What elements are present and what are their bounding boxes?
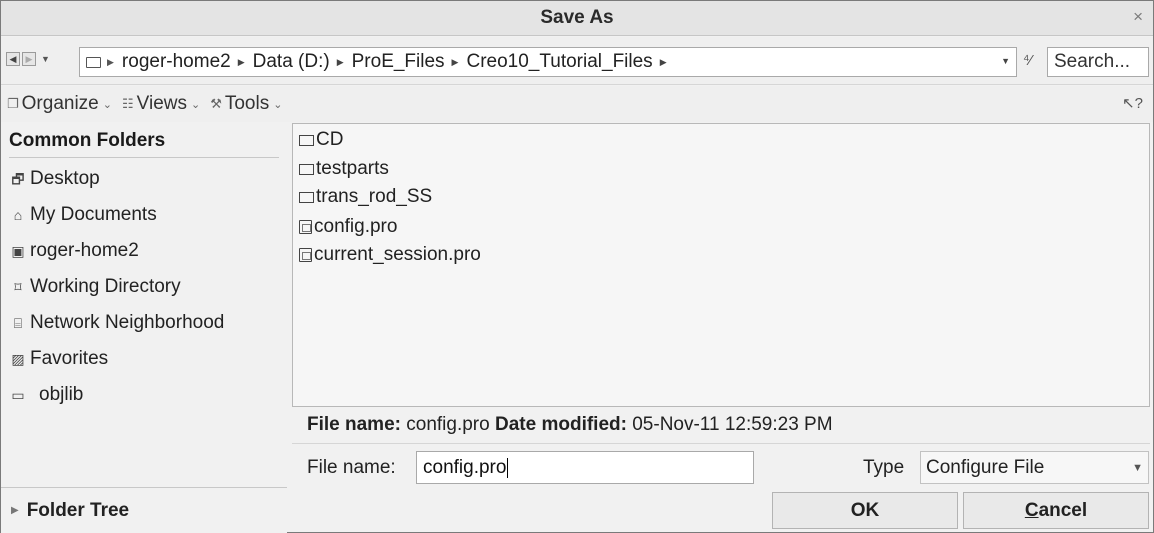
common-folders-panel: Common Folders 🗗 Desktop ⌂ My Documents … <box>1 123 287 533</box>
organize-icon: ❐ <box>7 96 19 111</box>
breadcrumb-separator-icon[interactable]: ▶ <box>107 57 114 68</box>
network-icon: ⌸ <box>13 315 23 331</box>
folder-icon: ▭ <box>11 387 25 403</box>
save-as-dialog: Save As × ◀ ▶ ▼ ▶ roger-home2 ▶ Data (D:)… <box>0 0 1154 533</box>
common-folders-list: 🗗 Desktop ⌂ My Documents ▣ roger-home2 ⌑… <box>9 161 283 413</box>
chevron-down-icon: ⌄ <box>190 98 201 111</box>
close-icon[interactable]: × <box>1133 7 1143 27</box>
sidebar-item-desktop[interactable]: 🗗 Desktop <box>9 161 283 197</box>
tools-menu[interactable]: ⚒ Tools ⌄ <box>210 93 282 115</box>
file-name-label: File name: <box>307 457 396 478</box>
path-dropdown-icon[interactable]: ▼ <box>1001 56 1010 66</box>
type-label: Type <box>863 457 905 478</box>
working-directory-icon: ⌑ <box>14 279 22 295</box>
title-bar: Save As × <box>1 1 1153 36</box>
file-icon <box>299 220 312 234</box>
sidebar-item-favorites[interactable]: ▨ Favorites <box>9 341 283 377</box>
sidebar-item-working-directory[interactable]: ⌑ Working Directory <box>9 269 283 305</box>
window-title: Save As <box>540 7 614 28</box>
computer-icon: ▣ <box>11 243 25 259</box>
sidebar-item-objlib[interactable]: ▭ objlib <box>9 377 283 413</box>
list-item-folder[interactable]: trans_rod_SS <box>299 184 432 210</box>
refresh-icon[interactable]: ⁴⁄ <box>1023 52 1032 69</box>
views-icon: ☷ <box>121 96 134 111</box>
nav-buttons: ◀ ▶ ▼ <box>6 52 50 66</box>
type-select[interactable]: Configure File ▼ <box>920 451 1149 484</box>
common-folders-header: Common Folders <box>9 130 279 158</box>
breadcrumb-item[interactable]: Data (D:) ▶ <box>253 51 352 73</box>
file-name-input[interactable]: config.pro <box>416 451 754 484</box>
favorites-icon: ▨ <box>11 351 25 367</box>
list-item-folder[interactable]: CD <box>299 127 343 153</box>
help-icon[interactable]: ↖? <box>1122 94 1143 112</box>
breadcrumb-item[interactable]: Creo10_Tutorial_Files ▶ <box>466 51 674 73</box>
path-breadcrumb[interactable]: ▶ roger-home2 ▶ Data (D:) ▶ ProE_Files ▶ Cr… <box>79 47 1017 77</box>
sidebar-item-roger-home2[interactable]: ▣ roger-home2 <box>9 233 283 269</box>
folder-icon <box>299 191 314 203</box>
my-documents-icon: ⌂ <box>13 207 23 223</box>
toolbar: ❐ Organize ⌄ ☷ Views ⌄ ⚒ Tools ⌄ ↖? <box>1 86 1153 122</box>
file-icon <box>299 248 312 262</box>
folder-icon <box>299 163 314 175</box>
back-arrow-icon[interactable]: ◀ <box>6 52 20 66</box>
text-caret <box>507 457 509 478</box>
search-input[interactable]: Search... <box>1047 47 1149 77</box>
chevron-down-icon: ⌄ <box>273 98 283 111</box>
list-item-folder[interactable]: testparts <box>299 156 389 182</box>
tools-icon: ⚒ <box>210 96 222 111</box>
breadcrumb-item[interactable]: roger-home2 ▶ <box>122 51 253 73</box>
info-date-label: Date modified: <box>495 414 627 435</box>
ok-button[interactable]: OK <box>772 492 958 529</box>
folder-icon <box>86 56 101 68</box>
file-info-line: File name: config.pro Date modified: 05-… <box>307 414 833 436</box>
history-dropdown-icon[interactable]: ▼ <box>41 54 50 64</box>
address-bar: ◀ ▶ ▼ ▶ roger-home2 ▶ Data (D:) ▶ ProE_Fil… <box>1 37 1153 85</box>
list-item-file[interactable]: current_session.pro <box>299 242 481 268</box>
cancel-button[interactable]: Cancel <box>963 492 1149 529</box>
expand-triangle-icon: ▶ <box>11 505 19 516</box>
divider <box>292 443 1150 444</box>
info-file-name: config.pro <box>406 414 490 435</box>
file-list[interactable]: CD testparts trans_rod_SS config.pro cur… <box>292 123 1150 407</box>
folder-icon <box>299 134 314 146</box>
sidebar-item-network-neighborhood[interactable]: ⌸ Network Neighborhood <box>9 305 283 341</box>
info-file-name-label: File name: <box>307 414 401 435</box>
desktop-icon: 🗗 <box>11 171 25 187</box>
organize-menu[interactable]: ❐ Organize ⌄ <box>7 93 112 115</box>
forward-arrow-icon[interactable]: ▶ <box>22 52 36 66</box>
chevron-down-icon: ▼ <box>1132 462 1143 474</box>
views-menu[interactable]: ☷ Views ⌄ <box>122 93 200 115</box>
sidebar-item-my-documents[interactable]: ⌂ My Documents <box>9 197 283 233</box>
breadcrumb-item[interactable]: ProE_Files ▶ <box>352 51 467 73</box>
list-item-file[interactable]: config.pro <box>299 214 397 240</box>
info-date: 05-Nov-11 12:59:23 PM <box>632 414 833 435</box>
chevron-down-icon: ⌄ <box>102 98 112 111</box>
folder-tree-toggle[interactable]: ▶ Folder Tree <box>1 487 287 533</box>
